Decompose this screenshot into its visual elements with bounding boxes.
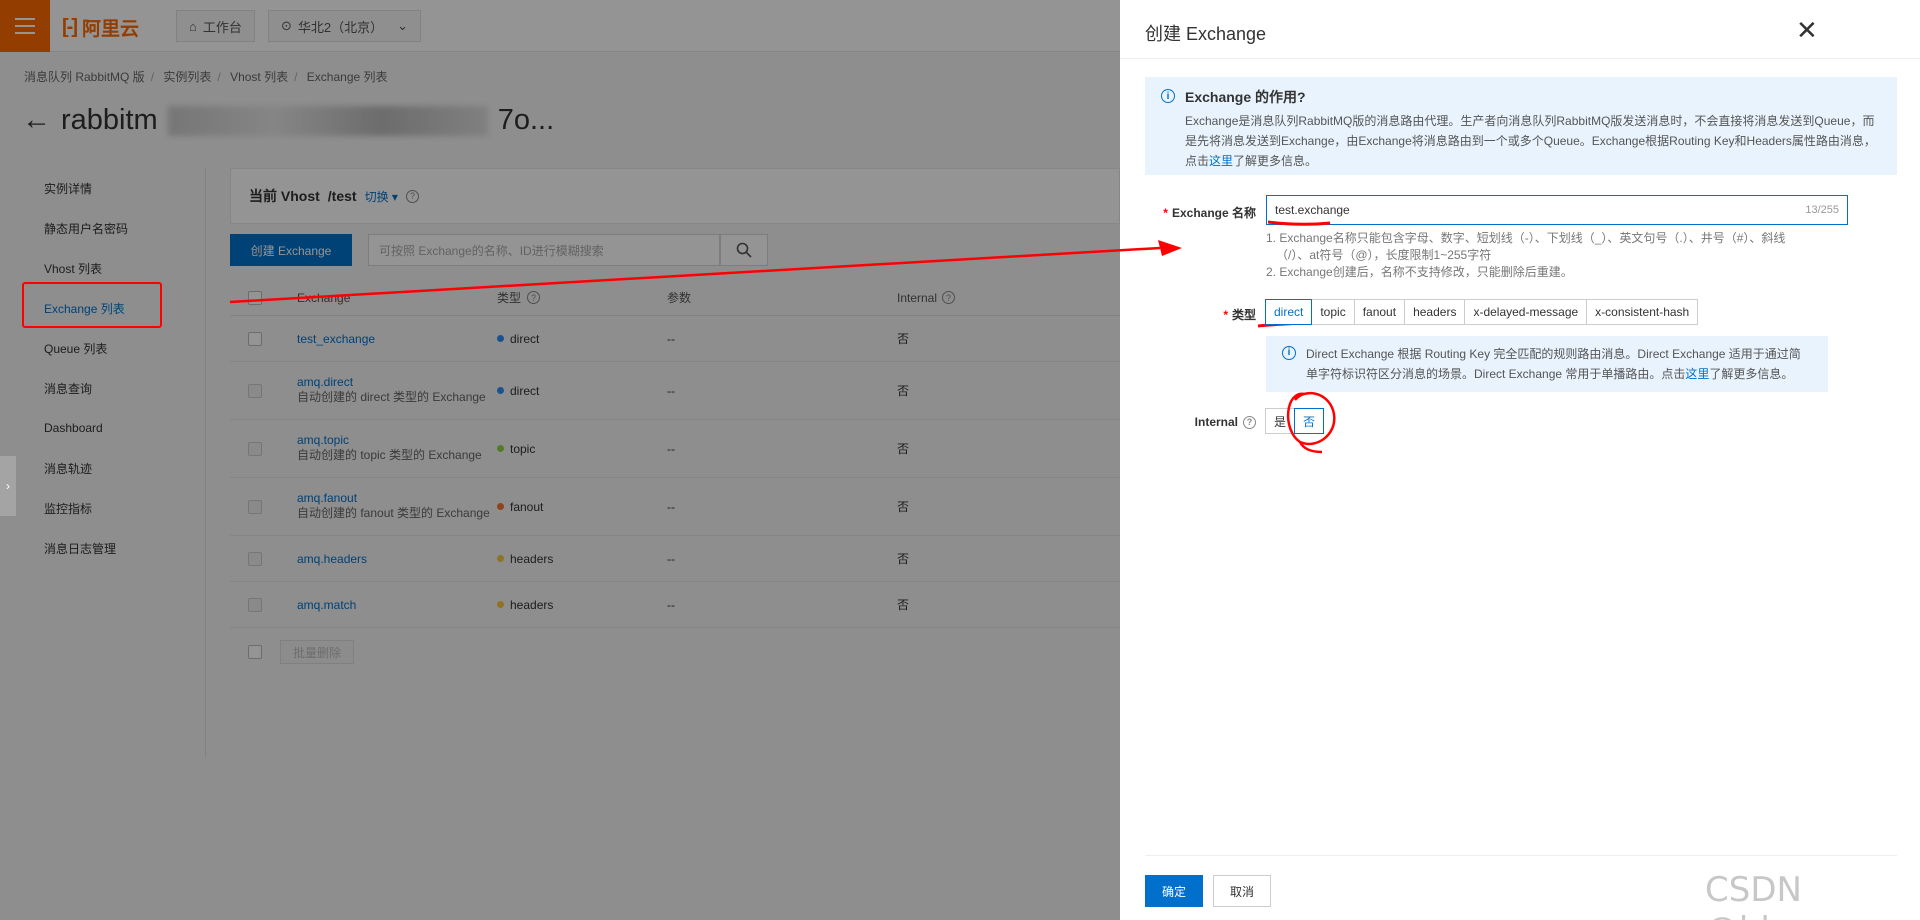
internal-radio-group: 是 否 bbox=[1265, 408, 1325, 434]
type-option-topic[interactable]: topic bbox=[1311, 299, 1355, 325]
chevron-right-icon: › bbox=[6, 479, 10, 493]
internal-option-no[interactable]: 否 bbox=[1294, 408, 1325, 434]
type-option-direct[interactable]: direct bbox=[1265, 299, 1313, 325]
create-exchange-drawer: 创建 Exchange ✕ i Exchange 的作用? Exchange是消… bbox=[1120, 0, 1920, 920]
side-collapse-tab[interactable]: › bbox=[0, 456, 16, 516]
info-text: Exchange是消息队列RabbitMQ版的消息路由代理。生产者向消息队列Ra… bbox=[1185, 114, 1876, 168]
watermark: CSDN @hhzz bbox=[1705, 870, 1818, 920]
cancel-button[interactable]: 取消 bbox=[1213, 875, 1271, 907]
close-icon[interactable]: ✕ bbox=[1796, 17, 1818, 43]
info-icon: i bbox=[1282, 346, 1296, 360]
type-radio-group: direct topic fanout headers x-delayed-me… bbox=[1265, 299, 1699, 325]
annotation-box bbox=[22, 282, 162, 328]
exchange-name-value: test.exchange bbox=[1275, 203, 1350, 217]
internal-option-yes[interactable]: 是 bbox=[1265, 408, 1296, 434]
info-title: Exchange 的作用? bbox=[1185, 89, 1306, 105]
exchange-info-box: i Exchange 的作用? Exchange是消息队列RabbitMQ版的消… bbox=[1145, 77, 1897, 175]
divider bbox=[1120, 58, 1920, 59]
type-label: * 类型 bbox=[1223, 308, 1256, 322]
info-icon: i bbox=[1161, 89, 1175, 103]
name-hint: 1. Exchange名称只能包含字母、数字、短划线（-）、下划线（_）、英文句… bbox=[1266, 231, 1786, 279]
exchange-name-input[interactable]: test.exchange 13/255 bbox=[1266, 195, 1848, 225]
confirm-button[interactable]: 确定 bbox=[1145, 875, 1203, 907]
modal-backdrop[interactable] bbox=[0, 0, 1120, 920]
help-icon[interactable]: ? bbox=[1243, 415, 1256, 429]
type-option-x-delayed-message[interactable]: x-delayed-message bbox=[1464, 299, 1588, 325]
exchange-name-label: * Exchange 名称 bbox=[1163, 206, 1256, 220]
type-learn-more-link[interactable]: 这里 bbox=[1685, 367, 1709, 381]
divider bbox=[1145, 855, 1897, 856]
internal-label: Internal? bbox=[1150, 415, 1256, 429]
char-counter: 13/255 bbox=[1805, 204, 1839, 216]
learn-more-link[interactable]: 这里 bbox=[1209, 154, 1233, 168]
type-option-x-consistent-hash[interactable]: x-consistent-hash bbox=[1586, 299, 1699, 325]
type-description-box: i Direct Exchange 根据 Routing Key 完全匹配的规则… bbox=[1266, 336, 1828, 392]
drawer-title: 创建 Exchange bbox=[1145, 24, 1267, 44]
type-option-fanout[interactable]: fanout bbox=[1353, 299, 1406, 325]
type-option-headers[interactable]: headers bbox=[1404, 299, 1466, 325]
